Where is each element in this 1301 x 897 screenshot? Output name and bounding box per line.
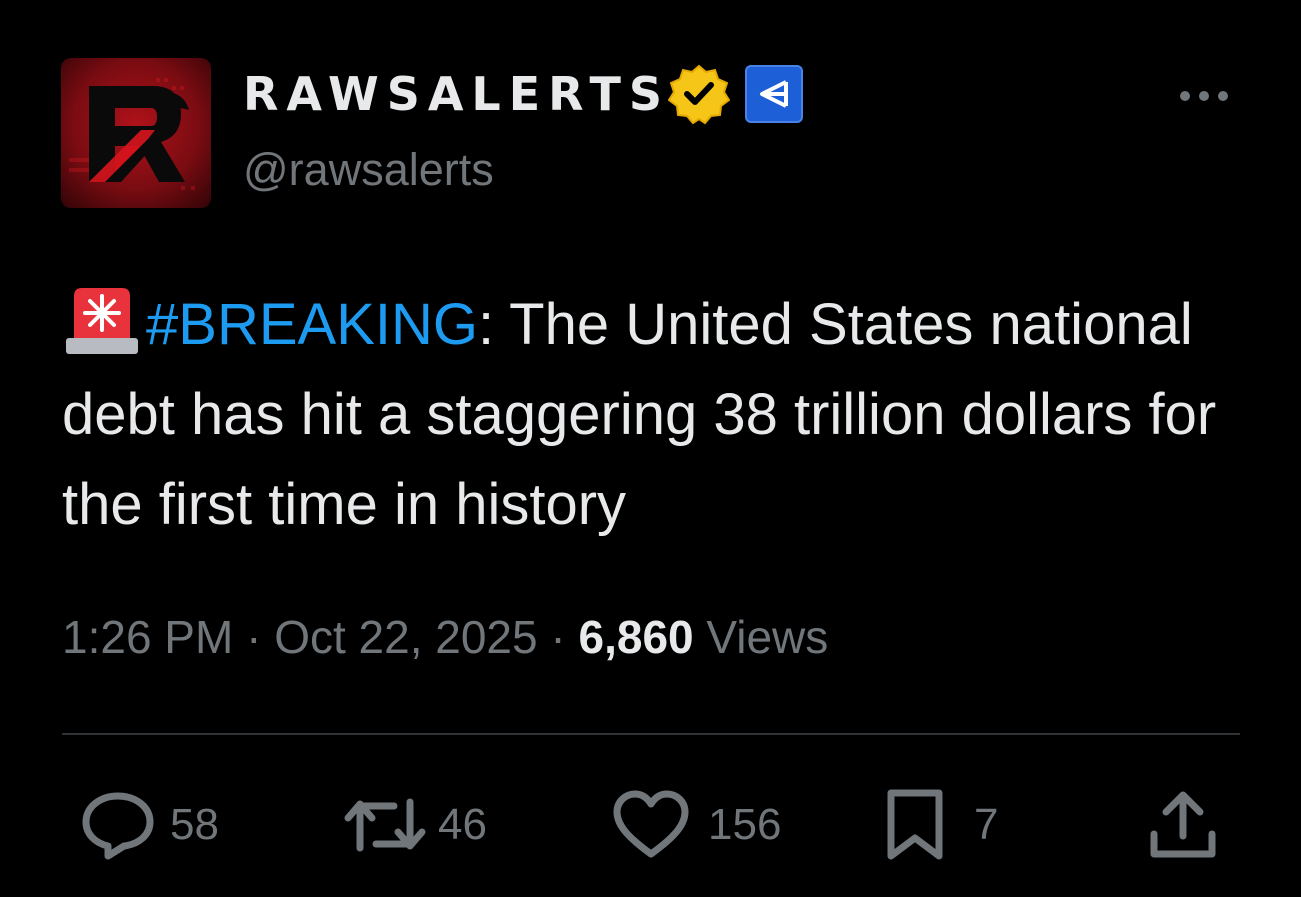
meta-separator: · <box>537 611 579 663</box>
bookmark-button[interactable]: 7 <box>884 789 999 860</box>
heart-icon <box>613 790 689 858</box>
like-count: 156 <box>708 800 782 849</box>
more-options-button[interactable] <box>1172 80 1236 112</box>
share-button[interactable] <box>1148 790 1218 860</box>
author-handle[interactable]: @rawsalerts <box>243 147 494 192</box>
bookmark-count: 7 <box>974 800 999 849</box>
rawsalerts-logo-icon <box>61 58 211 208</box>
divider <box>62 733 1240 735</box>
repost-button[interactable]: 46 <box>342 790 487 860</box>
tweet-text: #BREAKING: The United States national de… <box>62 280 1262 550</box>
tweet-time[interactable]: 1:26 PM <box>62 611 233 663</box>
reply-icon <box>82 792 154 860</box>
avatar[interactable] <box>61 58 211 208</box>
repost-count: 46 <box>438 800 487 849</box>
views-label: Views <box>693 611 829 663</box>
tweet-date[interactable]: Oct 22, 2025 <box>274 611 537 663</box>
verified-badge-icon[interactable] <box>667 63 731 125</box>
like-button[interactable]: 156 <box>612 790 781 860</box>
tweet-meta: 1:26 PM · Oct 22, 2025 · 6,860 Views <box>62 607 828 667</box>
author-name-row: RAWSALERTS <box>243 62 804 126</box>
police-siren-icon <box>62 286 140 356</box>
bookmark-icon <box>887 789 943 860</box>
share-icon <box>1150 791 1216 858</box>
repost-icon <box>344 798 426 852</box>
more-dots-icon <box>1180 91 1228 101</box>
reply-count: 58 <box>170 800 219 849</box>
meta-separator: · <box>233 611 275 663</box>
tweet-card: RAWSALERTS @rawsalerts #BREAKING: The Un… <box>0 0 1301 897</box>
views-count: 6,860 <box>578 611 694 663</box>
reply-button[interactable]: 58 <box>80 790 219 860</box>
author-display-name[interactable]: RAWSALERTS <box>243 71 670 117</box>
affiliate-badge-icon[interactable] <box>744 64 804 124</box>
hashtag-link[interactable]: #BREAKING <box>146 292 478 357</box>
